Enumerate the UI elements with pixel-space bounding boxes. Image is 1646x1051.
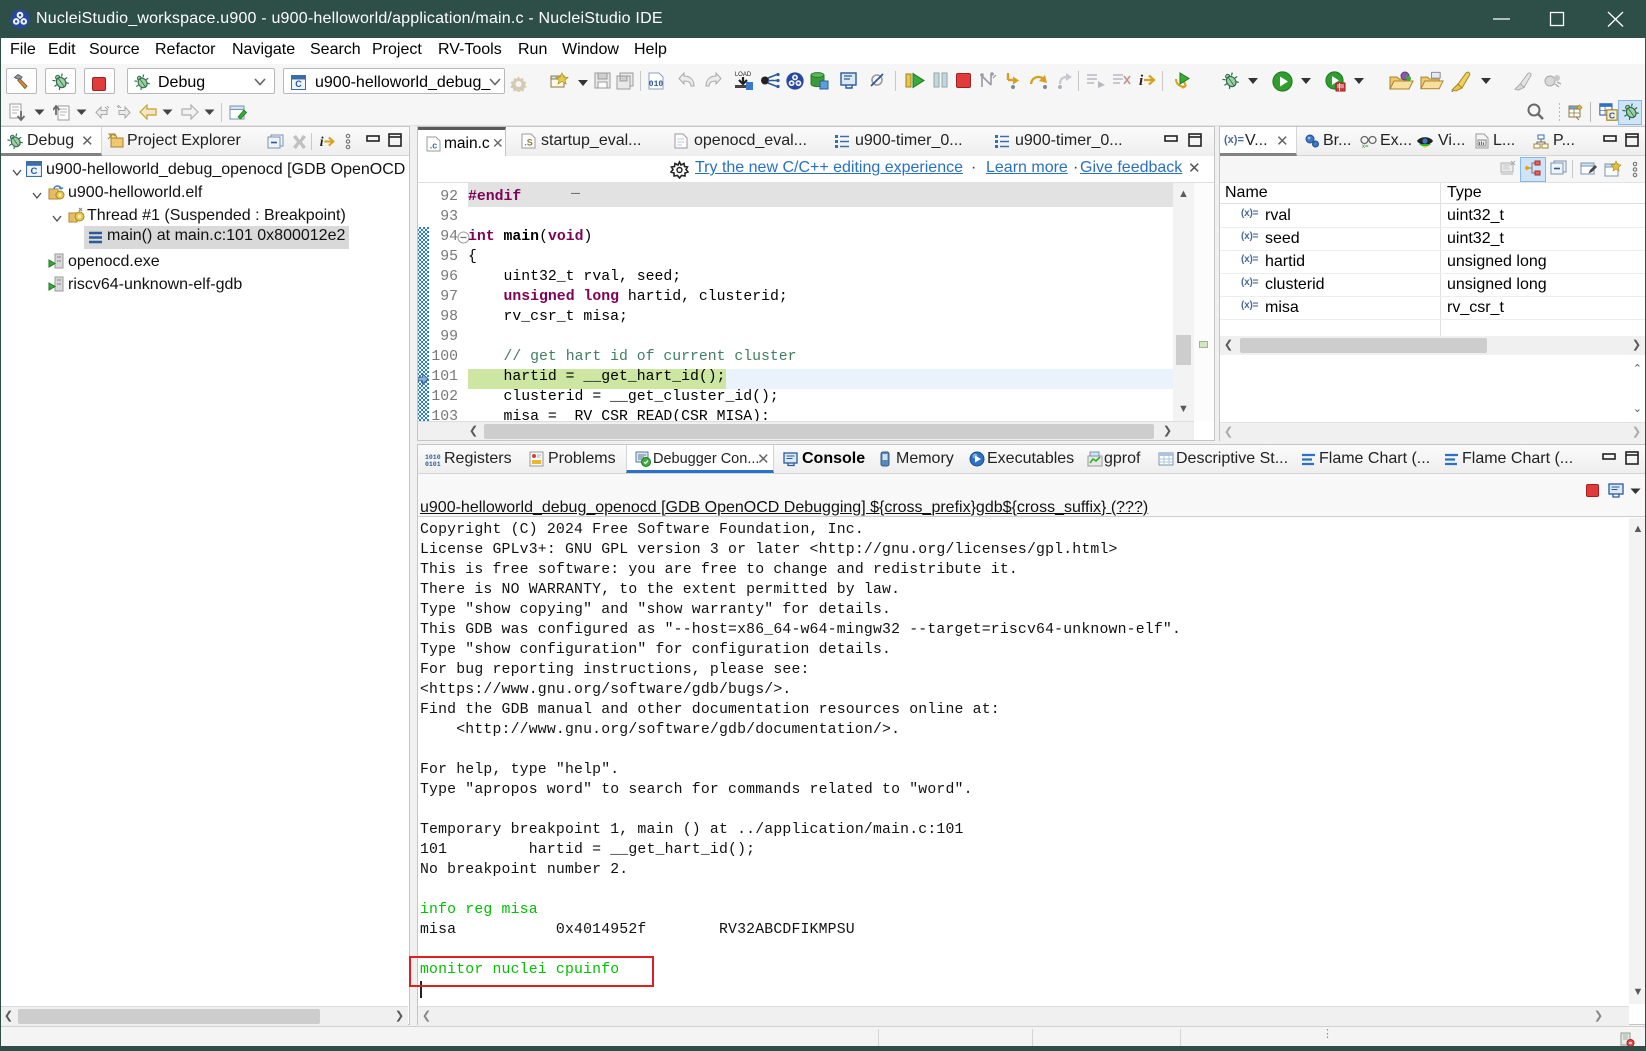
svg-text:1010: 1010: [425, 454, 441, 461]
svg-text:C: C: [31, 166, 38, 177]
svg-text:C: C: [295, 79, 302, 89]
svg-text:0101: 0101: [425, 461, 441, 467]
svg-text:.S: .S: [524, 138, 533, 148]
svg-text:i: i: [320, 134, 324, 149]
svg-text:C: C: [1609, 110, 1615, 120]
svg-text:x=: x=: [1362, 144, 1369, 149]
svg-text:010: 010: [649, 80, 664, 89]
svg-text:.c: .c: [430, 141, 438, 151]
svg-text:i: i: [1139, 73, 1144, 89]
